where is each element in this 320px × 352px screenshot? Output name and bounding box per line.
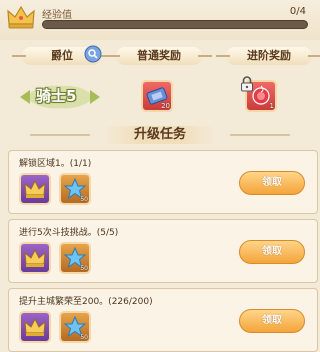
claim-button[interactable]: 领取 (239, 309, 305, 333)
task-description: 进行5次斗技挑战。(5/5) (19, 228, 119, 238)
exp-progress-bar (42, 20, 308, 29)
advanced-reward-header: 进阶奖励 (216, 47, 320, 65)
crown-icon (24, 248, 46, 267)
task-reward-crown[interactable] (19, 311, 51, 343)
exp-label: 经验值 (42, 10, 72, 21)
normal-reward-header: 普通奖励 (106, 47, 212, 65)
claim-button[interactable]: 领取 (239, 240, 305, 264)
normal-reward-item[interactable]: 20 (141, 80, 173, 112)
lock-icon (241, 76, 253, 92)
crown-icon (24, 179, 46, 198)
task-description: 解锁区域1。(1/1) (19, 159, 92, 169)
task-reward-count: 50 (80, 334, 88, 341)
rank-name: 骑士5 (36, 87, 77, 105)
task-card: 进行5次斗技挑战。(5/5) 50 领取 (8, 219, 318, 283)
task-reward-count: 50 (80, 265, 88, 272)
task-reward-star[interactable]: 50 (59, 173, 91, 205)
task-reward-crown[interactable] (19, 173, 51, 205)
crown-icon (7, 5, 35, 29)
task-reward-count: 50 (80, 196, 88, 203)
task-reward-star[interactable]: 50 (59, 242, 91, 274)
advanced-reward-count: 1 (269, 102, 274, 110)
task-reward-star[interactable]: 50 (59, 311, 91, 343)
exp-value: 0/4 (289, 6, 306, 17)
crown-icon (24, 317, 46, 336)
task-reward-crown[interactable] (19, 242, 51, 274)
magnifier-icon[interactable] (84, 45, 102, 63)
exp-bar-area: 经验值 0/4 (0, 0, 320, 40)
task-description: 提升主城繁荣至200。(226/200) (19, 297, 153, 307)
task-card: 提升主城繁荣至200。(226/200) 50 领取 (8, 288, 318, 352)
task-section-title: 升级任务 (30, 124, 290, 146)
normal-reward-count: 20 (161, 102, 170, 110)
claim-button[interactable]: 领取 (239, 171, 305, 195)
task-card: 解锁区域1。(1/1) 50 领取 (8, 150, 318, 214)
